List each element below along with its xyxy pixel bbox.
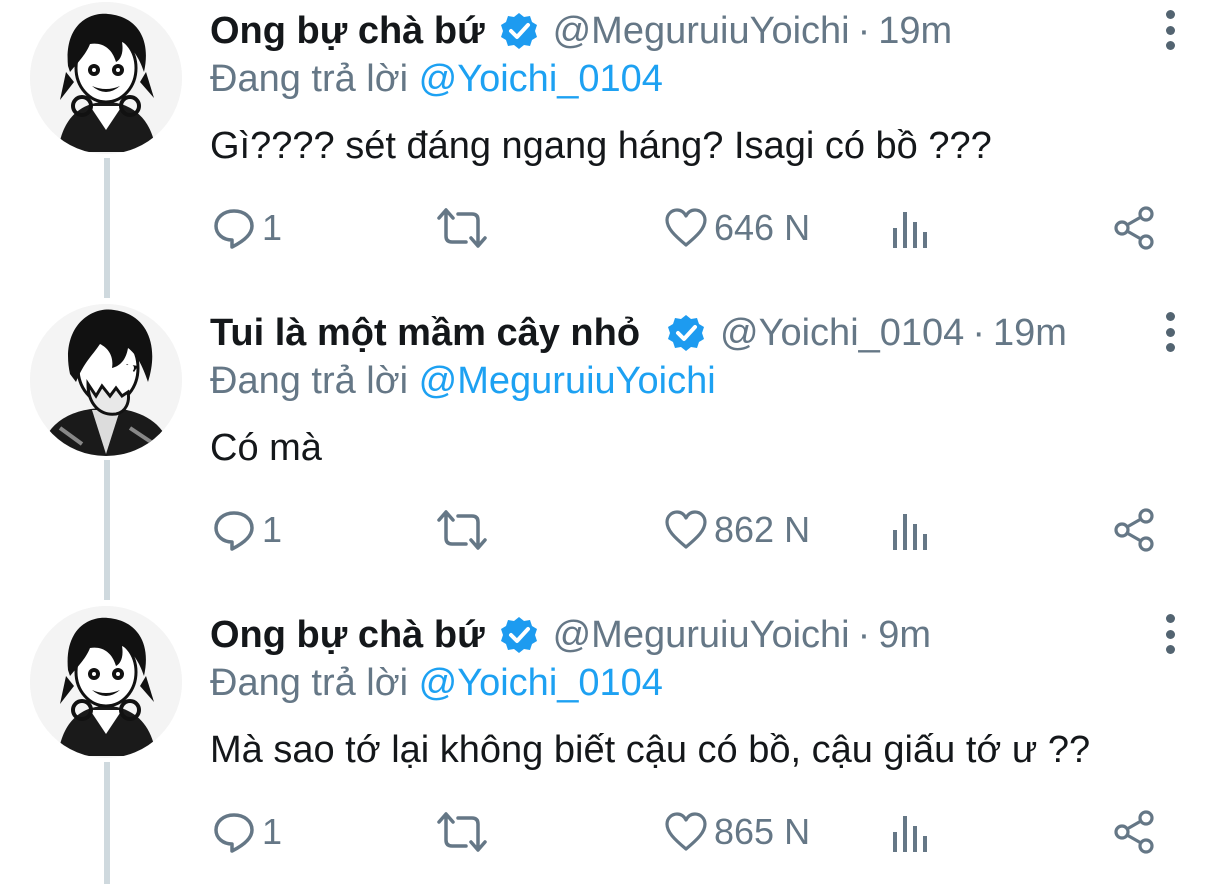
reply-button[interactable]: 1: [212, 802, 282, 862]
like-button[interactable]: 862 N: [664, 500, 810, 560]
verified-badge-icon: [499, 615, 539, 655]
bar-chart-icon: [893, 816, 927, 852]
speech-bubble-icon: [214, 813, 254, 853]
reply-mention-link[interactable]: @Yoichi_0104: [419, 662, 663, 704]
reply-button[interactable]: 1: [212, 500, 282, 560]
conversation-thread: Ong bự chà bứ @MeguruiuYoichi · 19m Đang…: [0, 0, 1231, 884]
user-handle[interactable]: @Yoichi_0104: [720, 310, 964, 356]
view-stats-button[interactable]: [890, 802, 932, 862]
tweet-text: Có mà: [210, 427, 322, 469]
user-handle[interactable]: @MeguruiuYoichi: [553, 612, 850, 658]
avatar[interactable]: [30, 2, 182, 154]
avatar[interactable]: [30, 606, 182, 758]
replying-to: Đang trả lời @Yoichi_0104: [210, 660, 663, 706]
more-options-icon[interactable]: [1156, 8, 1184, 52]
retweet-button[interactable]: [436, 500, 488, 560]
tweet-header: Ong bự chà bứ @MeguruiuYoichi · 9m: [210, 612, 931, 658]
avatar-image-icon: [30, 606, 182, 758]
replying-to-label: Đang trả lời: [210, 360, 409, 402]
like-count: 646 N: [714, 207, 811, 248]
separator-dot: ·: [857, 614, 871, 656]
reply-button[interactable]: 1: [212, 198, 282, 258]
tweet-time[interactable]: 19m: [878, 8, 952, 54]
avatar[interactable]: [30, 304, 182, 456]
share-icon: [1114, 508, 1154, 552]
speech-bubble-icon: [214, 511, 254, 551]
tweet-actions: 1 862 N: [0, 500, 1231, 560]
like-count: 865 N: [714, 811, 811, 852]
more-options-icon[interactable]: [1156, 310, 1184, 354]
share-button[interactable]: [1112, 198, 1158, 258]
heart-icon: [665, 812, 707, 851]
like-button[interactable]: 646 N: [664, 198, 810, 258]
avatar-image-icon: [30, 304, 182, 456]
tweet-text: Gì???? sét đáng ngang háng? Isagi có bồ …: [210, 125, 992, 167]
tweet-text: Mà sao tớ lại không biết cậu có bồ, cậu …: [210, 729, 1091, 771]
display-name[interactable]: Ong bự chà bứ: [210, 612, 485, 658]
display-name[interactable]: Tui là một mầm cây nhỏ: [210, 310, 640, 356]
tweet-actions: 1 865 N: [0, 802, 1231, 862]
retweet-icon: [437, 510, 487, 550]
tweet-actions: 1 646 N: [0, 198, 1231, 258]
speech-bubble-icon: [214, 209, 254, 249]
reply-count: 1: [262, 509, 283, 550]
retweet-icon: [437, 812, 487, 852]
tweet[interactable]: Ong bự chà bứ @MeguruiuYoichi · 9m Đang …: [0, 606, 1231, 884]
reply-mention-link[interactable]: @MeguruiuYoichi: [419, 360, 716, 402]
tweet-header: Tui là một mầm cây nhỏ @Yoichi_0104 · 19…: [210, 310, 1067, 356]
avatar-image-icon: [30, 2, 182, 154]
heart-icon: [665, 510, 707, 549]
verified-badge-icon: [499, 11, 539, 51]
display-name[interactable]: Ong bự chà bứ: [210, 8, 485, 54]
bar-chart-icon: [893, 212, 927, 248]
share-button[interactable]: [1112, 802, 1158, 862]
replying-to-label: Đang trả lời: [210, 662, 409, 704]
replying-to: Đang trả lời @Yoichi_0104: [210, 56, 663, 102]
retweet-button[interactable]: [436, 198, 488, 258]
reply-count: 1: [262, 207, 283, 248]
tweet-header: Ong bự chà bứ @MeguruiuYoichi · 19m: [210, 8, 952, 54]
tweet-time[interactable]: 9m: [878, 612, 931, 658]
retweet-button[interactable]: [436, 802, 488, 862]
share-button[interactable]: [1112, 500, 1158, 560]
more-options-icon[interactable]: [1156, 612, 1184, 656]
retweet-icon: [437, 208, 487, 248]
like-count: 862 N: [714, 509, 811, 550]
view-stats-button[interactable]: [890, 198, 932, 258]
heart-icon: [665, 208, 707, 247]
verified-badge-icon: [666, 313, 706, 353]
replying-to: Đang trả lời @MeguruiuYoichi: [210, 358, 716, 404]
user-handle[interactable]: @MeguruiuYoichi: [553, 8, 850, 54]
tweet-time[interactable]: 19m: [993, 310, 1067, 356]
share-icon: [1114, 206, 1154, 250]
separator-dot: ·: [972, 312, 985, 354]
separator-dot: ·: [857, 10, 871, 52]
reply-mention-link[interactable]: @Yoichi_0104: [419, 58, 663, 100]
view-stats-button[interactable]: [890, 500, 932, 560]
replying-to-label: Đang trả lời: [210, 58, 409, 100]
bar-chart-icon: [893, 514, 927, 550]
tweet[interactable]: Ong bự chà bứ @MeguruiuYoichi · 19m Đang…: [0, 2, 1231, 302]
reply-count: 1: [262, 811, 283, 852]
share-icon: [1114, 810, 1154, 854]
tweet[interactable]: Tui là một mầm cây nhỏ @Yoichi_0104 · 19…: [0, 304, 1231, 604]
like-button[interactable]: 865 N: [664, 802, 810, 862]
